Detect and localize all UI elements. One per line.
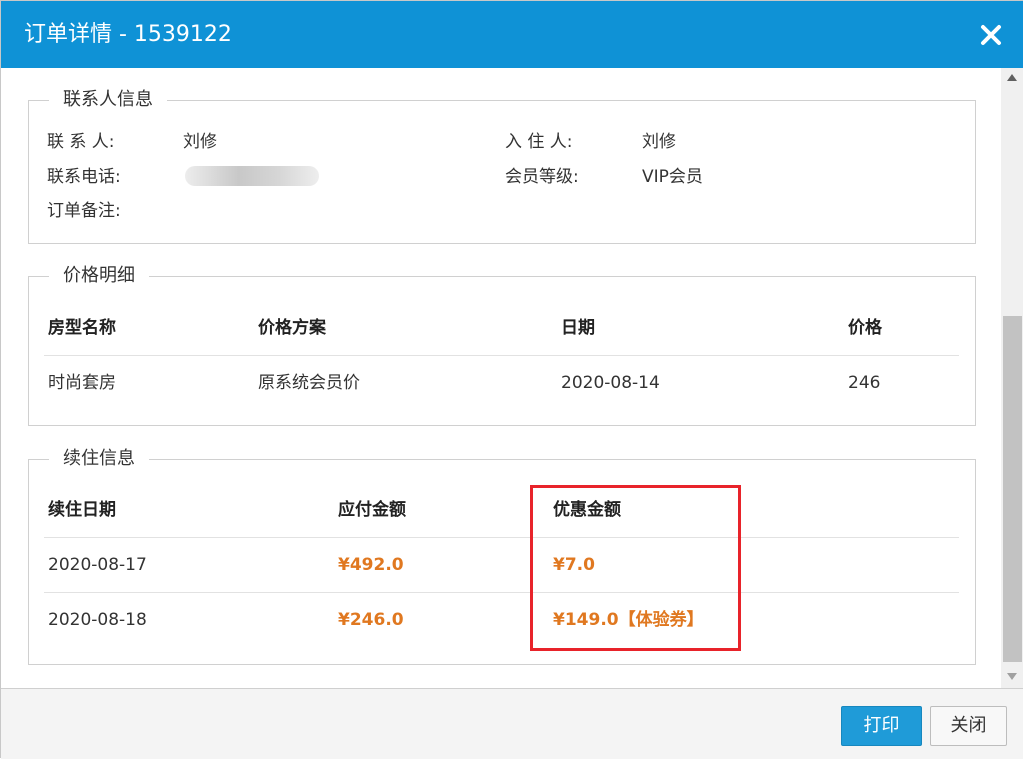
price-detail-legend: 价格明细 [63, 265, 135, 286]
scroll-up-arrow-icon[interactable] [1007, 74, 1017, 81]
extension-payable: ¥492.0 [338, 555, 404, 575]
extension-info-legend: 续住信息 [63, 448, 135, 469]
price-date: 2020-08-14 [561, 373, 660, 393]
phone-label: 联系电话: [47, 167, 121, 187]
contact-info-group: 联系人信息 [28, 88, 976, 244]
order-detail-dialog: 订单详情 - 1539122 联系人信息 联 系 人: 刘修 入 住 人: 刘修… [0, 0, 1023, 759]
price-header-row: 房型名称 价格方案 日期 价格 [44, 301, 959, 356]
price-col-plan: 价格方案 [258, 318, 326, 338]
member-level-label: 会员等级: [505, 167, 579, 187]
extension-date: 2020-08-17 [48, 555, 147, 575]
extension-col-date: 续住日期 [48, 500, 116, 520]
price-row: 时尚套房 原系统会员价 2020-08-14 246 [44, 356, 959, 411]
extension-row: 2020-08-17 ¥492.0 ¥7.0 [44, 538, 959, 593]
discount-highlight-box [530, 485, 741, 651]
member-level-value: VIP会员 [642, 167, 703, 187]
contact-info-legend: 联系人信息 [63, 89, 153, 110]
phone-redacted [185, 166, 319, 186]
close-icon[interactable] [978, 22, 1004, 48]
scroll-down-arrow-icon[interactable] [1007, 673, 1017, 680]
extension-date: 2020-08-18 [48, 610, 147, 630]
close-x-glyph [981, 25, 1001, 45]
price-room-type: 时尚套房 [48, 373, 116, 393]
guest-value: 刘修 [642, 132, 676, 152]
guest-label: 入 住 人: [505, 132, 573, 152]
dialog-title: 订单详情 - 1539122 [24, 22, 232, 47]
dialog-titlebar: 订单详情 - 1539122 [1, 1, 1023, 68]
close-button[interactable]: 关闭 [930, 706, 1007, 746]
extension-payable: ¥246.0 [338, 610, 404, 630]
dialog-content[interactable]: 联系人信息 联 系 人: 刘修 入 住 人: 刘修 联系电话: 会员等级: VI… [1, 68, 1001, 688]
dialog-footer: 打印 关闭 [1, 688, 1023, 759]
price-col-date: 日期 [561, 318, 595, 338]
contact-person-value: 刘修 [183, 132, 217, 152]
extension-header-row: 续住日期 应付金额 优惠金额 [44, 483, 959, 538]
price-plan: 原系统会员价 [258, 373, 360, 393]
extension-col-payable: 应付金额 [338, 500, 406, 520]
vertical-scrollbar[interactable] [1001, 68, 1023, 688]
scrollbar-thumb[interactable] [1003, 316, 1022, 662]
price-value: 246 [848, 373, 881, 393]
price-col-price: 价格 [848, 318, 882, 338]
order-note-label: 订单备注: [47, 201, 121, 221]
extension-row: 2020-08-18 ¥246.0 ¥149.0【体验券】 [44, 593, 959, 648]
contact-person-label: 联 系 人: [47, 132, 115, 152]
print-button[interactable]: 打印 [841, 706, 922, 746]
price-col-room-type: 房型名称 [48, 318, 116, 338]
